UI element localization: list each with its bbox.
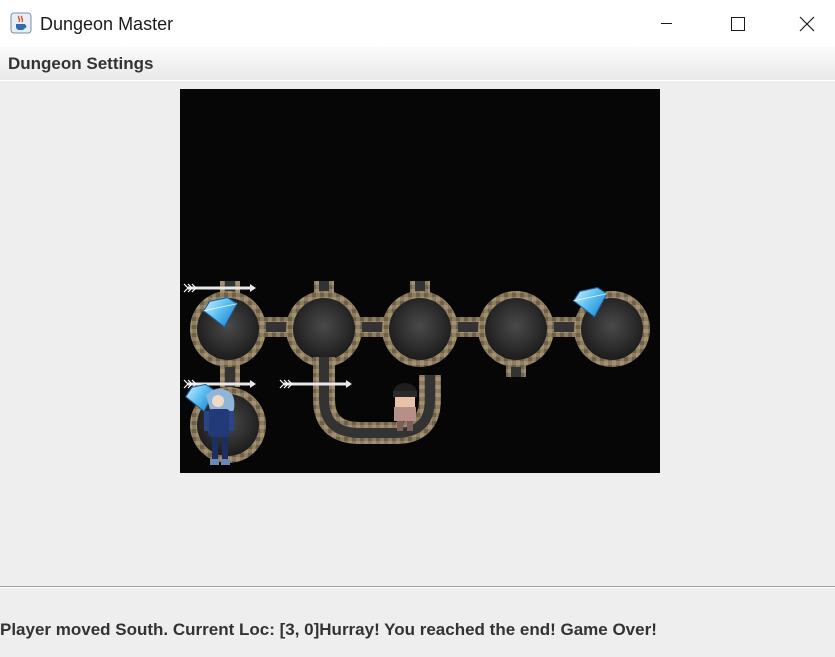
maximize-button[interactable] (702, 0, 772, 47)
room (478, 291, 554, 367)
status-divider (0, 586, 835, 588)
status-message: Player moved South. Current Loc: [3, 0]H… (0, 620, 657, 639)
close-button[interactable] (772, 0, 835, 47)
window-title: Dungeon Master (40, 14, 174, 34)
unexplored-area (468, 377, 660, 473)
close-icon (799, 16, 815, 32)
java-coffee-cup-icon (10, 12, 32, 34)
menu-separator (0, 80, 835, 81)
menu-dungeon-settings[interactable]: Dungeon Settings (8, 54, 153, 74)
menu-bar: Dungeon Settings (0, 47, 835, 81)
room (382, 291, 458, 367)
app-window: Dungeon Master Dungeon Settings Player m… (0, 0, 835, 657)
title-bar[interactable]: Dungeon Master (0, 0, 835, 47)
dungeon-map (183, 281, 660, 473)
minimize-icon (661, 23, 672, 24)
minimize-button[interactable] (632, 0, 702, 47)
room (286, 291, 362, 367)
maximize-icon (731, 17, 745, 31)
dungeon-canvas[interactable] (180, 89, 660, 473)
